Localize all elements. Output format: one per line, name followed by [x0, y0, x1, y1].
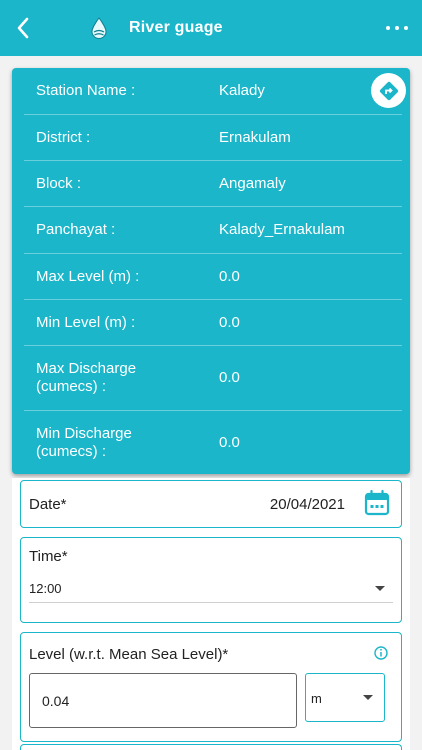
- min-level-row: Min Level (m) : 0.0: [24, 300, 402, 346]
- time-label: Time*: [29, 548, 68, 565]
- reading-form: Date* 20/04/2021 Time* 12:00 Level (w.r.…: [12, 478, 410, 750]
- station-name-row: Station Name : Kalady: [24, 68, 402, 115]
- water-drop-icon: [90, 17, 108, 39]
- min-level-value: 0.0: [219, 313, 240, 331]
- unit-value: m: [311, 691, 322, 706]
- station-name-value: Kalady: [219, 82, 265, 99]
- block-label: Block :: [36, 174, 82, 192]
- page-title: River guage: [129, 19, 223, 36]
- station-name-label: Station Name :: [36, 82, 136, 99]
- panchayat-value: Kalady_Ernakulam: [219, 221, 345, 238]
- district-label: District :: [36, 128, 91, 146]
- back-chevron-icon[interactable]: [10, 14, 36, 42]
- block-value: Angamaly: [219, 174, 286, 192]
- max-discharge-value: 0.0: [219, 369, 240, 386]
- min-discharge-value: 0.0: [219, 433, 240, 451]
- date-label: Date*: [29, 496, 67, 513]
- time-field: Time* 12:00: [20, 537, 402, 623]
- max-discharge-label: Max Discharge (cumecs) :: [36, 360, 137, 395]
- district-row: District : Ernakulam: [24, 115, 402, 161]
- min-level-label: Min Level (m) :: [36, 313, 136, 331]
- station-info-card: Station Name : Kalady District : Ernakul…: [12, 68, 410, 474]
- max-level-value: 0.0: [219, 267, 240, 285]
- max-discharge-row: Max Discharge (cumecs) : 0.0: [24, 346, 402, 411]
- level-field: Level (w.r.t. Mean Sea Level)* m: [20, 632, 402, 742]
- date-field[interactable]: Date* 20/04/2021: [20, 480, 402, 528]
- min-discharge-label: Min Discharge (cumecs) :: [36, 424, 132, 460]
- date-value[interactable]: 20/04/2021: [270, 496, 345, 513]
- directions-button[interactable]: [371, 73, 406, 108]
- select-underline: [29, 602, 393, 603]
- chevron-down-icon[interactable]: [375, 586, 385, 591]
- max-level-row: Max Level (m) : 0.0: [24, 254, 402, 300]
- level-label: Level (w.r.t. Mean Sea Level)*: [29, 646, 229, 663]
- panchayat-row: Panchayat : Kalady_Ernakulam: [24, 207, 402, 254]
- level-input[interactable]: [29, 673, 297, 728]
- more-horizontal-icon[interactable]: [386, 22, 408, 34]
- chevron-down-icon: [363, 695, 373, 700]
- app-bar: River guage: [0, 0, 422, 56]
- district-value: Ernakulam: [219, 128, 291, 146]
- block-row: Block : Angamaly: [24, 161, 402, 207]
- next-field: [20, 744, 402, 750]
- panchayat-label: Panchayat :: [36, 221, 116, 238]
- directions-icon: [379, 81, 398, 100]
- time-select[interactable]: 12:00: [29, 581, 62, 596]
- max-level-label: Max Level (m) :: [36, 267, 140, 285]
- unit-select[interactable]: m: [305, 673, 385, 722]
- info-icon[interactable]: [374, 646, 388, 660]
- min-discharge-row: Min Discharge (cumecs) : 0.0: [24, 411, 402, 474]
- calendar-icon[interactable]: [364, 489, 390, 516]
